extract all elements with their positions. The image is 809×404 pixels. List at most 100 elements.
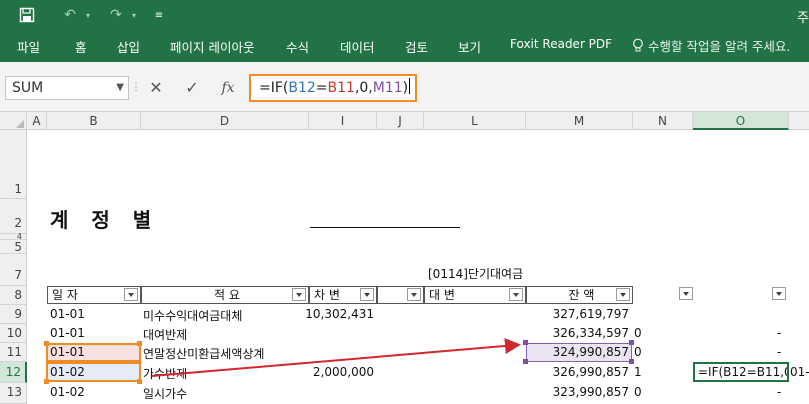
tab-insert[interactable]: 삽입: [117, 37, 140, 56]
cell-m11[interactable]: 324,990,857: [526, 345, 629, 359]
cell-d13[interactable]: 일시가수: [143, 385, 187, 402]
tab-home[interactable]: 홈: [75, 37, 87, 56]
cell-d9[interactable]: 미수수익대여금대체: [143, 307, 242, 324]
cell-n10[interactable]: 0: [634, 326, 642, 340]
tab-view[interactable]: 보기: [458, 37, 481, 56]
header-balance[interactable]: 잔 액: [526, 286, 633, 304]
header-date[interactable]: 일 자: [47, 286, 141, 304]
m11-corner-handle[interactable]: [523, 359, 528, 364]
cell-n11[interactable]: 0: [634, 345, 642, 359]
m11-corner-handle[interactable]: [629, 340, 634, 345]
b12-corner-handle[interactable]: [137, 379, 142, 384]
row-header-13[interactable]: 13: [0, 383, 27, 404]
cell-d10[interactable]: 대여반제: [143, 326, 187, 343]
enter-button[interactable]: ✓: [177, 76, 207, 100]
undo-icon[interactable]: ↶: [58, 0, 82, 30]
cell-m9[interactable]: 327,619,797: [526, 307, 629, 321]
col-header-i[interactable]: I: [309, 112, 377, 130]
cell-b11[interactable]: 01-01: [50, 345, 85, 359]
filter-dropdown-icon[interactable]: [124, 288, 138, 301]
formula-bar-area: SUM ▼ ⋮ ✕ ✓ fx =IF(B12=B11,0,M11): [0, 62, 809, 112]
cell-b10[interactable]: 01-01: [50, 326, 85, 340]
filter-dropdown-icon[interactable]: [679, 287, 693, 300]
tab-data[interactable]: 데이터: [340, 37, 375, 56]
cell-b9[interactable]: 01-01: [50, 307, 85, 321]
redo-dropdown-icon[interactable]: ▾: [128, 0, 140, 30]
row-header-11[interactable]: 11: [0, 343, 27, 362]
save-icon[interactable]: [14, 0, 40, 30]
row-header-12[interactable]: 12: [0, 362, 27, 383]
row-header-7[interactable]: 7: [0, 254, 27, 286]
col-header-o[interactable]: O: [693, 112, 789, 130]
cell-d11[interactable]: 연말정산미환급세액상계: [143, 345, 264, 362]
m11-corner-handle[interactable]: [629, 359, 634, 364]
col-header-m[interactable]: M: [526, 112, 633, 130]
row-header-8[interactable]: 8: [0, 286, 27, 305]
cell-n12[interactable]: 1: [634, 365, 642, 379]
name-box[interactable]: SUM ▼: [5, 76, 129, 100]
col-header-j[interactable]: J: [377, 112, 424, 130]
filter-dropdown-icon[interactable]: [509, 288, 523, 301]
tab-page-layout[interactable]: 페이지 레이아웃: [170, 37, 254, 56]
filter-dropdown-icon[interactable]: [772, 287, 786, 300]
b12-corner-handle[interactable]: [44, 379, 49, 384]
redo-icon[interactable]: ↷: [104, 0, 128, 30]
cell-b13[interactable]: 01-02: [50, 385, 85, 399]
cell-m10[interactable]: 326,334,597: [526, 326, 629, 340]
cell-o10[interactable]: -: [777, 326, 781, 340]
formula-ref-b12: B12: [288, 80, 316, 96]
cell-n13[interactable]: 0: [634, 385, 642, 399]
col-header-b[interactable]: B: [47, 112, 141, 130]
cell-m12[interactable]: 326,990,857: [526, 365, 629, 379]
formula-part-zero: ,0,: [354, 80, 373, 96]
row-header-9[interactable]: 9: [0, 305, 27, 324]
formula-input[interactable]: =IF(B12=B11,0,M11): [249, 74, 417, 102]
filter-dropdown-icon[interactable]: [360, 288, 374, 301]
tab-review[interactable]: 검토: [405, 37, 428, 56]
col-header-l[interactable]: L: [424, 112, 526, 130]
cell-i12[interactable]: 2,000,000: [290, 365, 374, 379]
ribbon-tabs: 파일 홈 삽입 페이지 레이아웃 수식 데이터 검토 보기 Foxit Read…: [0, 30, 809, 62]
tell-me-box[interactable]: 수행할 작업을 알려 주세요.: [632, 36, 790, 55]
header-credit-label: 대 변: [429, 288, 455, 302]
insert-function-button[interactable]: fx: [213, 76, 243, 100]
cancel-button[interactable]: ✕: [141, 76, 171, 100]
m11-corner-handle[interactable]: [523, 340, 528, 345]
chevron-down-icon[interactable]: ▼: [116, 77, 124, 99]
filter-dropdown-icon[interactable]: [616, 288, 630, 301]
b11-corner-handle[interactable]: [137, 341, 142, 346]
sheet-title: 계 정 별: [50, 208, 160, 232]
row-header-10[interactable]: 10: [0, 324, 27, 343]
filter-dropdown-icon[interactable]: [407, 288, 421, 301]
col-header-a[interactable]: A: [27, 112, 47, 130]
cell-m13[interactable]: 323,990,857: [526, 385, 629, 399]
formula-bar-separator: ⋮: [131, 82, 141, 93]
text-cursor: [409, 78, 411, 94]
customize-icon[interactable]: ≡: [150, 0, 168, 30]
tab-foxit-reader-pdf[interactable]: Foxit Reader PDF: [510, 37, 612, 51]
row-header-5[interactable]: 5: [0, 240, 27, 254]
col-header-n[interactable]: N: [633, 112, 693, 130]
header-credit[interactable]: 대 변: [424, 286, 526, 304]
cell-o12-editing[interactable]: =IF(B12=B11,0: [693, 362, 789, 382]
undo-dropdown-icon[interactable]: ▾: [82, 0, 94, 30]
cell-o13[interactable]: -: [777, 385, 781, 399]
filter-dropdown-icon[interactable]: [292, 288, 306, 301]
cell-o11[interactable]: -: [777, 345, 781, 359]
select-all-corner[interactable]: [0, 112, 27, 130]
account-subtitle: [0114]단기대여금: [428, 267, 524, 281]
row-header-2[interactable]: 2: [0, 199, 27, 234]
cell-b12[interactable]: 01-02: [50, 365, 85, 379]
header-desc[interactable]: 적 요: [141, 286, 309, 304]
cell-p12[interactable]: 01-: [790, 365, 809, 379]
cell-i9[interactable]: 10,302,431: [290, 307, 374, 321]
header-desc-label: 적 요: [214, 288, 240, 302]
col-header-d[interactable]: D: [141, 112, 309, 130]
header-debit-extra[interactable]: [377, 286, 424, 304]
b11-corner-handle[interactable]: [44, 341, 49, 346]
cell-d12[interactable]: 가수반제: [143, 365, 187, 382]
header-debit[interactable]: 차 변: [309, 286, 377, 304]
tab-formulas[interactable]: 수식: [286, 37, 309, 56]
tab-file[interactable]: 파일: [17, 37, 40, 56]
row-header-1[interactable]: 1: [0, 130, 27, 199]
